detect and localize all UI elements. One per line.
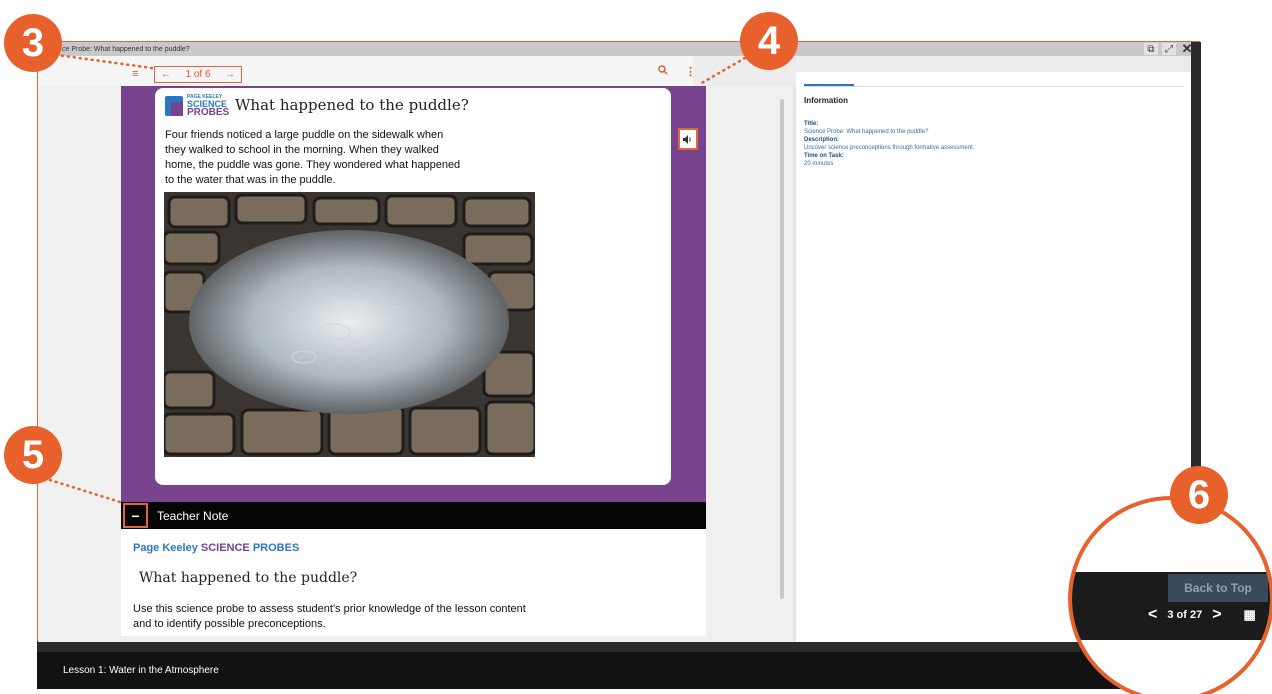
- info-time-value: 20 minutes: [804, 161, 834, 167]
- page-indicator: 1 of 6: [185, 69, 211, 80]
- info-title-value: Science Probe: What happened to the pudd…: [804, 129, 929, 135]
- slide-card: PAGE KEELEY SCIENCE PROBES What happened…: [155, 88, 671, 485]
- hamburger-icon[interactable]: ≡: [132, 68, 138, 80]
- expand-icon[interactable]: ⤢: [1162, 43, 1176, 55]
- arrow-right-icon[interactable]: →: [225, 69, 235, 80]
- resource-viewer-modal: ce Probe: What happened to the puddle? ⧉…: [37, 41, 1201, 642]
- tab-information[interactable]: Information: [804, 96, 848, 105]
- info-time-label: Time on Task:: [804, 153, 844, 159]
- screenshot-stage: Where is water on Earth? Back to Top Les…: [0, 0, 1272, 694]
- info-title-label: Title:: [804, 121, 819, 127]
- window-title-bar: ce Probe: What happened to the puddle? ⧉…: [38, 41, 1199, 56]
- window-controls: ⧉ ⤢ ✕: [1144, 41, 1194, 56]
- callout-6: 6: [1170, 466, 1228, 524]
- teacher-note-brand: Page Keeley SCIENCE PROBES: [133, 542, 300, 554]
- science-probes-logo: PAGE KEELEY SCIENCE PROBES: [165, 94, 231, 118]
- teacher-note-title: What happened to the puddle?: [139, 570, 358, 586]
- search-icon[interactable]: [658, 65, 668, 78]
- audio-icon[interactable]: [678, 128, 698, 150]
- info-description-value: Uncover science preconceptions through f…: [804, 145, 975, 151]
- chevron-right-icon[interactable]: >: [1212, 606, 1221, 624]
- teacher-note-label: Teacher Note: [157, 508, 229, 523]
- callout-3: 3: [4, 14, 62, 72]
- grid-icon[interactable]: ▦: [1244, 607, 1256, 623]
- slide-title: What happened to the puddle?: [235, 96, 469, 114]
- pager-magnifier: Back to Top < 3 of 27 > ▦: [1068, 496, 1272, 694]
- document-page: PAGE KEELEY SCIENCE PROBES What happened…: [121, 86, 706, 636]
- arrow-left-icon[interactable]: ←: [161, 69, 171, 80]
- document-scrollbar[interactable]: [780, 99, 784, 599]
- pager-label: 3 of 27: [1167, 609, 1203, 621]
- lesson-title: Lesson 1: Water in the Atmosphere: [63, 665, 219, 676]
- info-details: Title: Science Probe: What happened to t…: [804, 120, 974, 168]
- document-area: PAGE KEELEY SCIENCE PROBES What happened…: [38, 86, 793, 642]
- teacher-note-header[interactable]: − Teacher Note: [121, 502, 706, 529]
- tab-border: [804, 86, 1184, 87]
- info-description-label: Description:: [804, 137, 840, 143]
- more-vertical-icon[interactable]: ⋮: [685, 65, 696, 78]
- collapse-icon[interactable]: −: [123, 503, 148, 528]
- slide-pager: < 3 of 27 > ▦: [1148, 606, 1256, 624]
- slide-text: Four friends noticed a large puddle on t…: [165, 129, 461, 186]
- callout-4: 4: [740, 12, 798, 70]
- back-to-top-button-zoom[interactable]: Back to Top: [1168, 574, 1268, 602]
- window-title: ce Probe: What happened to the puddle?: [62, 45, 190, 53]
- callout-5: 5: [4, 426, 62, 484]
- puddle-image: [164, 192, 535, 457]
- teacher-note-text: Use this science probe to assess student…: [133, 603, 526, 630]
- lesson-footer: Lesson 1: Water in the Atmosphere: [37, 652, 1200, 689]
- viewer-toolbar: ≡ ← 1 of 6 → ⋮: [38, 56, 696, 86]
- chevron-left-icon[interactable]: <: [1148, 606, 1157, 624]
- open-external-icon[interactable]: ⧉: [1144, 43, 1158, 55]
- page-navigator: ← 1 of 6 →: [154, 66, 242, 83]
- slide: PAGE KEELEY SCIENCE PROBES What happened…: [121, 86, 706, 502]
